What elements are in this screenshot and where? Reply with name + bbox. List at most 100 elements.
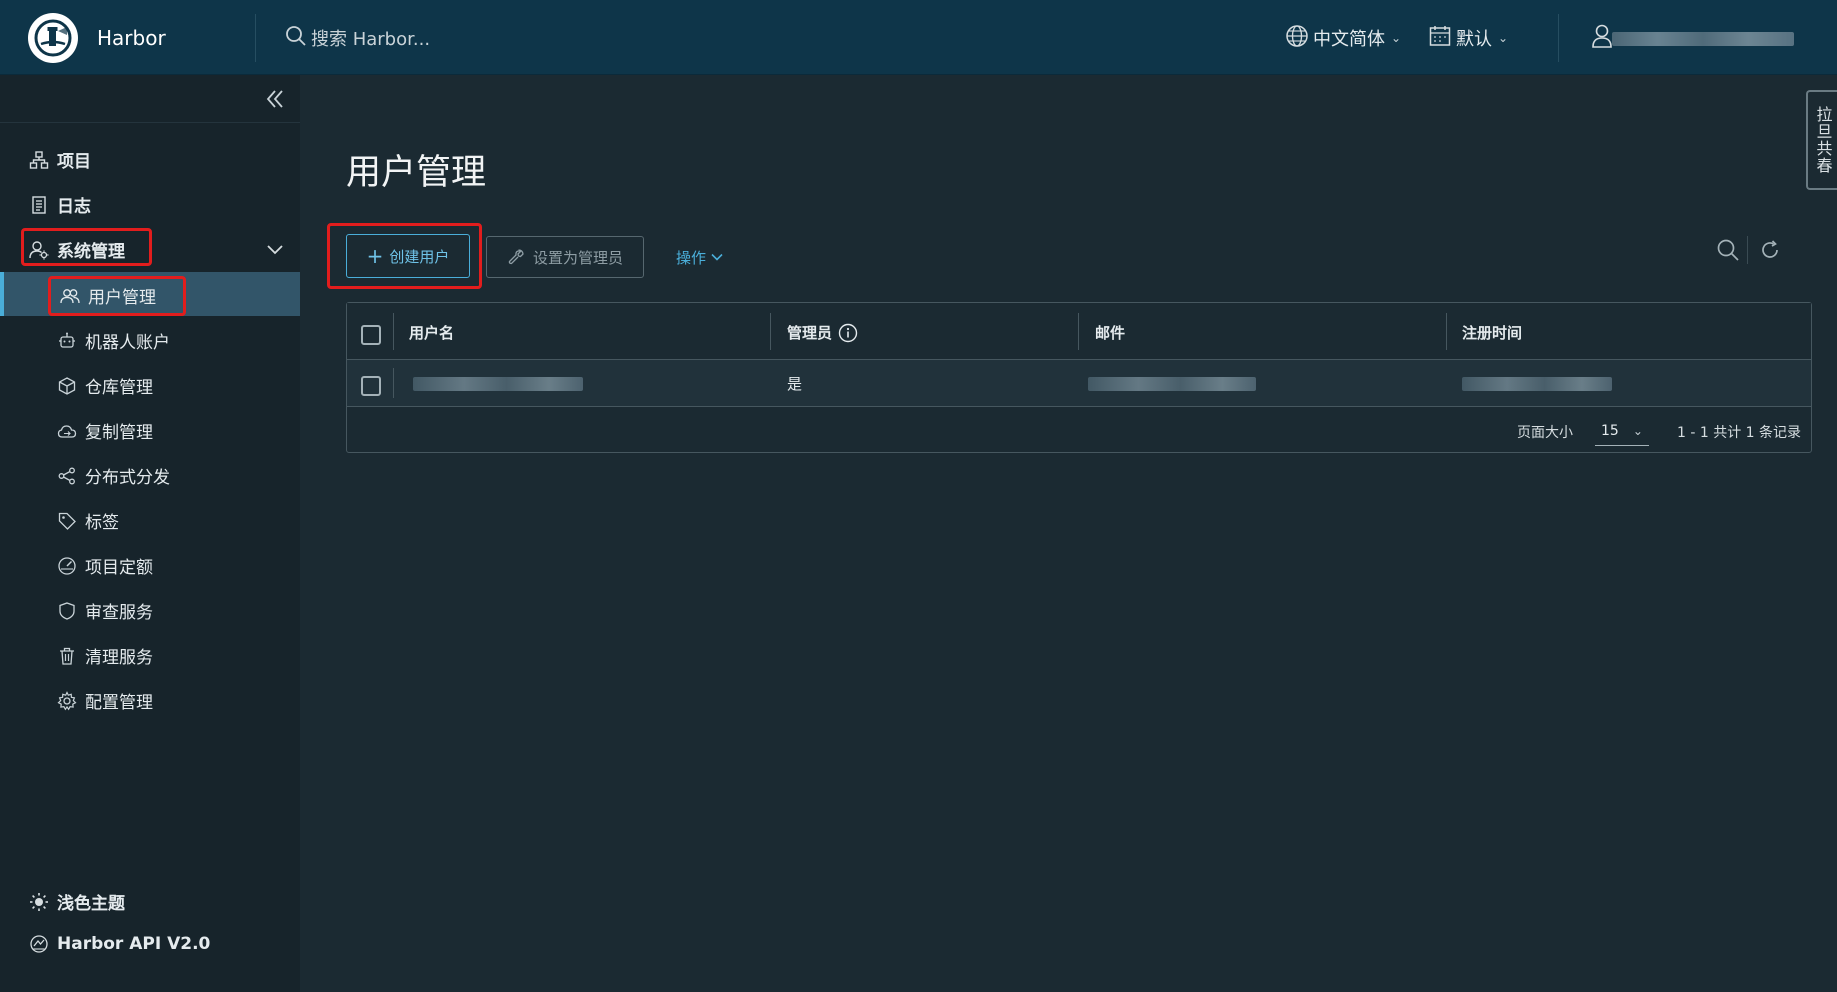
- table-header: 用户名 管理员 邮件 注册时间: [347, 303, 1811, 360]
- column-divider: [1446, 313, 1447, 350]
- sidebar-item-label: 清理服务: [85, 648, 153, 668]
- search-icon: [285, 25, 307, 51]
- sidebar-item-label: 复制管理: [85, 423, 153, 443]
- users-icon: [60, 286, 80, 306]
- page-size-value: 15: [1601, 422, 1619, 439]
- sidebar-item-replications[interactable]: 复制管理: [57, 418, 153, 443]
- admin-value: 是: [787, 375, 803, 393]
- language-label: 中文简体: [1313, 29, 1385, 50]
- sidebar-item-label: 项目定额: [85, 558, 153, 578]
- sidebar-item-label: 系统管理: [57, 242, 125, 262]
- side-tab[interactable]: 拉旦共春: [1806, 90, 1837, 190]
- column-header-label: 管理员: [787, 324, 833, 342]
- sidebar-item-quotas[interactable]: 项目定额: [57, 553, 153, 578]
- sidebar-item-cleanup[interactable]: 清理服务: [57, 643, 153, 668]
- sidebar-item-projects[interactable]: 项目: [29, 147, 91, 172]
- email-redacted: [1088, 377, 1256, 391]
- box-icon: [57, 376, 77, 396]
- users-table: 用户名 管理员 邮件 注册时间 是 页面大小 15 ⌄ 1 - 1 共计 1 条…: [346, 302, 1812, 453]
- refresh-icon[interactable]: [1757, 237, 1783, 263]
- sidebar-item-interrogation[interactable]: 审查服务: [57, 598, 153, 623]
- table-row[interactable]: 是: [347, 360, 1811, 407]
- chevron-down-icon[interactable]: [264, 238, 286, 260]
- actions-dropdown[interactable]: 操作: [676, 244, 724, 270]
- language-selector[interactable]: 中文简体 ⌄: [1285, 24, 1401, 52]
- create-user-button[interactable]: + 创建用户: [346, 234, 470, 278]
- info-icon[interactable]: [838, 323, 858, 343]
- dashboard-icon: [57, 556, 77, 576]
- collapse-sidebar-icon[interactable]: [262, 86, 288, 112]
- sidebar-item-configuration[interactable]: 配置管理: [57, 688, 153, 713]
- set-admin-label: 设置为管理员: [532, 248, 623, 267]
- api-icon: [29, 934, 49, 954]
- page-size-select[interactable]: 15 ⌄: [1595, 416, 1649, 446]
- username-redacted: [413, 377, 583, 391]
- pagination-summary: 1 - 1 共计 1 条记录: [1677, 425, 1802, 441]
- sidebar-item-label: 审查服务: [85, 603, 153, 623]
- tag-icon: [57, 511, 77, 531]
- column-divider: [770, 313, 771, 350]
- column-divider: [1078, 313, 1079, 350]
- wrench-icon: [507, 248, 525, 266]
- set-admin-button[interactable]: 设置为管理员: [486, 236, 644, 278]
- created-time-redacted: [1462, 377, 1612, 391]
- theme-label: 浅色主题: [57, 894, 125, 914]
- harbor-logo-icon: [28, 13, 78, 63]
- sidebar-item-label: 项目: [57, 152, 91, 172]
- calendar-icon: [1428, 24, 1452, 53]
- sidebar-item-label: 用户管理: [88, 288, 156, 308]
- api-label: Harbor API V2.0: [57, 934, 211, 954]
- column-divider: [393, 368, 394, 398]
- robot-icon: [57, 331, 77, 351]
- table-footer: 页面大小 15 ⌄ 1 - 1 共计 1 条记录: [347, 408, 1811, 452]
- theme-toggle[interactable]: 浅色主题: [29, 889, 125, 914]
- sidebar-item-distributions[interactable]: 分布式分发: [57, 463, 170, 488]
- chevron-down-icon: ⌄: [1632, 423, 1643, 438]
- chevron-down-icon: [710, 250, 724, 264]
- header-divider: [255, 14, 256, 62]
- global-search[interactable]: 搜索 Harbor...: [285, 24, 430, 52]
- column-header-email[interactable]: 邮件: [1095, 322, 1125, 343]
- gear-icon: [57, 690, 77, 711]
- sidebar-item-users[interactable]: 用户管理: [60, 283, 156, 308]
- sidebar-item-labels[interactable]: 标签: [57, 508, 119, 533]
- column-header-admin[interactable]: 管理员: [787, 322, 858, 343]
- admin-icon: [29, 240, 49, 260]
- sidebar-item-robots[interactable]: 机器人账户: [57, 328, 170, 353]
- chevron-down-icon: ⌄: [1498, 31, 1509, 45]
- page-title: 用户管理: [346, 153, 487, 193]
- cloud-icon: [57, 421, 77, 441]
- page-size-label: 页面大小: [1517, 425, 1573, 441]
- sidebar-item-label: 配置管理: [85, 693, 153, 713]
- sidebar-item-logs[interactable]: 日志: [29, 192, 91, 217]
- user-menu[interactable]: [1590, 24, 1614, 52]
- sidebar-item-admin[interactable]: 系统管理: [29, 237, 125, 262]
- user-icon: [1590, 23, 1614, 54]
- globe-icon: [1285, 24, 1309, 53]
- plus-icon: +: [366, 244, 384, 268]
- calendar-selector[interactable]: 默认 ⌄: [1428, 24, 1508, 52]
- shield-icon: [57, 601, 77, 621]
- calendar-label: 默认: [1456, 29, 1492, 50]
- top-navbar: Harbor 搜索 Harbor... 中文简体 ⌄ 默认 ⌄: [0, 0, 1837, 75]
- select-all-checkbox[interactable]: [361, 325, 381, 345]
- api-link[interactable]: Harbor API V2.0: [29, 934, 210, 954]
- sidebar-item-registries[interactable]: 仓库管理: [57, 373, 153, 398]
- brand[interactable]: Harbor: [28, 13, 166, 63]
- sidebar-item-label: 机器人账户: [85, 333, 170, 353]
- row-checkbox[interactable]: [361, 376, 381, 396]
- share-icon: [57, 466, 77, 486]
- create-user-label: 创建用户: [389, 247, 450, 266]
- trash-icon: [57, 646, 77, 666]
- column-header-created[interactable]: 注册时间: [1462, 322, 1522, 343]
- sidebar-item-label: 标签: [85, 513, 119, 533]
- search-icon[interactable]: [1715, 237, 1741, 263]
- username-redacted: [1612, 32, 1794, 46]
- search-placeholder: 搜索 Harbor...: [311, 29, 431, 50]
- sidebar-item-label: 仓库管理: [85, 378, 153, 398]
- column-header-username[interactable]: 用户名: [409, 322, 454, 343]
- brand-title: Harbor: [97, 26, 166, 50]
- logs-icon: [29, 195, 49, 215]
- projects-icon: [29, 150, 49, 170]
- toolbar-divider: [1747, 236, 1748, 264]
